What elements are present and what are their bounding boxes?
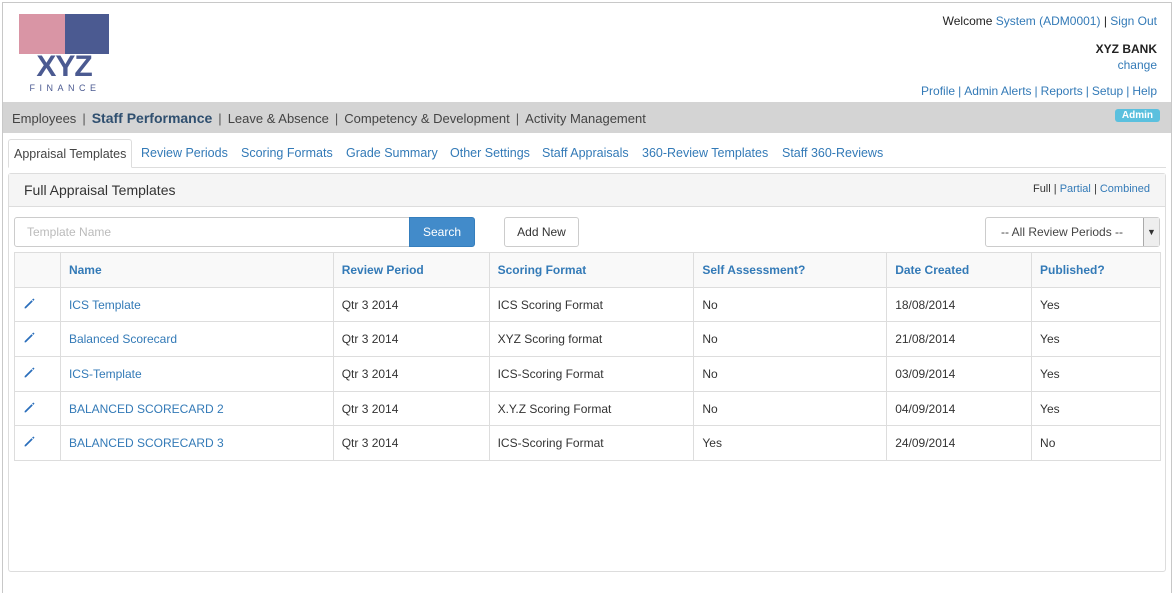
tab-scoring-formats[interactable]: Scoring Formats: [241, 139, 333, 168]
cell-review-period: Qtr 3 2014: [332, 356, 490, 392]
cell-review-period: Qtr 3 2014: [332, 321, 490, 358]
table-row: Balanced Scorecard Qtr 3 2014 XYZ Scoring …: [14, 321, 1161, 358]
admin-badge: Admin: [1114, 109, 1160, 122]
edit-cell: [14, 286, 61, 323]
cell-published: Yes: [1031, 286, 1161, 323]
cell-self-assessment: No: [693, 390, 888, 427]
table-row: ICS Template Qtr 3 2014 ICS Scoring Format…: [14, 286, 1161, 323]
top-links: Profile | Admin Alerts | Reports | Setup | Help: [921, 84, 1157, 98]
help-link[interactable]: Help: [1132, 84, 1157, 98]
panel-title: Full Appraisal Templates: [24, 182, 176, 198]
col-date-created[interactable]: Date Created: [886, 252, 1033, 288]
table-row: ICS-Template Qtr 3 2014 ICS-Scoring Format…: [14, 356, 1161, 392]
logo-text: XYZ: [36, 50, 92, 83]
welcome-label: Welcome: [942, 14, 993, 28]
cell-published: Yes: [1031, 356, 1161, 392]
welcome-line: Welcome System (ADM0001) | Sign Out: [943, 14, 1157, 28]
cell-published: Yes: [1031, 390, 1161, 427]
view-switcher: Full | Partial | Combined: [1032, 183, 1150, 195]
edit-cell: [14, 321, 61, 358]
review-period-value: -- All Review Periods --: [1001, 225, 1124, 239]
cell-scoring-format: X.Y.Z Scoring Format: [488, 390, 695, 427]
cell-self-assessment: No: [693, 356, 888, 392]
change-bank-link[interactable]: change: [1118, 58, 1157, 72]
col-self-assessment[interactable]: Self Assessment?: [693, 252, 888, 288]
cell-self-assessment: No: [693, 321, 888, 358]
table-header-row: Name Review Period Scoring Format Self A…: [14, 252, 1161, 288]
logo-subtext: FINANCE: [29, 83, 100, 92]
tab-review-periods[interactable]: Review Periods: [141, 139, 228, 168]
tab-360-review-templates[interactable]: 360-Review Templates: [642, 139, 768, 168]
pencil-icon[interactable]: [23, 297, 36, 310]
cell-name[interactable]: ICS-Template: [59, 356, 334, 392]
col-scoring-format[interactable]: Scoring Format: [488, 252, 695, 288]
nav-employees[interactable]: Employees: [12, 111, 76, 126]
cell-name[interactable]: Balanced Scorecard: [59, 321, 334, 358]
cell-published: Yes: [1031, 321, 1161, 358]
user-link[interactable]: System (ADM0001): [996, 14, 1101, 28]
reports-link[interactable]: Reports: [1041, 84, 1083, 98]
profile-link[interactable]: Profile: [921, 84, 955, 98]
sub-tabs: Appraisal Templates Review Periods Scori…: [8, 139, 1166, 168]
cell-review-period: Qtr 3 2014: [332, 425, 490, 462]
edit-cell: [14, 425, 61, 462]
templates-panel: Full Appraisal Templates Full | Partial …: [8, 173, 1166, 572]
view-combined-link[interactable]: Combined: [1100, 183, 1150, 195]
edit-cell: [14, 390, 61, 427]
template-name-input[interactable]: [14, 217, 410, 247]
cell-self-assessment: Yes: [693, 425, 888, 462]
cell-scoring-format: ICS-Scoring Format: [488, 356, 695, 392]
nav-staff-performance[interactable]: Staff Performance: [92, 110, 213, 126]
view-partial-link[interactable]: Partial: [1060, 183, 1091, 195]
panel-header: Full Appraisal Templates Full | Partial …: [9, 174, 1165, 207]
cell-date-created: 04/09/2014: [886, 390, 1033, 427]
cell-published: No: [1031, 425, 1161, 462]
cell-name[interactable]: BALANCED SCORECARD 2: [59, 390, 334, 427]
xyz-finance-logo[interactable]: XYZ FINANCE: [19, 14, 111, 93]
tab-other-settings[interactable]: Other Settings: [450, 139, 530, 168]
setup-link[interactable]: Setup: [1092, 84, 1123, 98]
cell-name[interactable]: BALANCED SCORECARD 3: [59, 425, 334, 462]
cell-scoring-format: XYZ Scoring format: [488, 321, 695, 358]
col-edit: [14, 252, 61, 288]
pencil-icon[interactable]: [23, 366, 36, 379]
tab-grade-summary[interactable]: Grade Summary: [346, 139, 438, 168]
nav-competency-development[interactable]: Competency & Development: [344, 111, 509, 126]
edit-cell: [14, 356, 61, 392]
pencil-icon[interactable]: [23, 331, 36, 344]
table-row: BALANCED SCORECARD 2 Qtr 3 2014 X.Y.Z Scor…: [14, 390, 1161, 427]
col-published[interactable]: Published?: [1031, 252, 1161, 288]
pencil-icon[interactable]: [23, 435, 36, 448]
bank-name: XYZ BANK: [1095, 42, 1157, 56]
col-review-period[interactable]: Review Period: [332, 252, 490, 288]
pencil-icon[interactable]: [23, 401, 36, 414]
tab-appraisal-templates[interactable]: Appraisal Templates: [8, 139, 133, 168]
view-full: Full: [1032, 183, 1051, 195]
cell-review-period: Qtr 3 2014: [332, 390, 490, 427]
cell-date-created: 03/09/2014: [886, 356, 1033, 392]
chevron-down-icon[interactable]: ▼: [1143, 218, 1159, 246]
col-name[interactable]: Name: [59, 252, 334, 288]
templates-table: Name Review Period Scoring Format Self A…: [14, 252, 1161, 462]
table-row: BALANCED SCORECARD 3 Qtr 3 2014 ICS-Scorin…: [14, 425, 1161, 462]
cell-review-period: Qtr 3 2014: [332, 286, 490, 323]
add-new-button[interactable]: Add New: [504, 217, 579, 247]
sign-out-link[interactable]: Sign Out: [1110, 14, 1157, 28]
welcome-divider: |: [1103, 14, 1107, 28]
tab-staff-360-reviews[interactable]: Staff 360-Reviews: [782, 139, 883, 168]
cell-date-created: 21/08/2014: [886, 321, 1033, 358]
nav-leave-absence[interactable]: Leave & Absence: [228, 111, 329, 126]
review-period-select[interactable]: -- All Review Periods -- ▼: [985, 217, 1160, 247]
cell-scoring-format: ICS-Scoring Format: [488, 425, 695, 462]
search-button[interactable]: Search: [409, 217, 475, 247]
cell-date-created: 18/08/2014: [886, 286, 1033, 323]
cell-self-assessment: No: [693, 286, 888, 323]
cell-date-created: 24/09/2014: [886, 425, 1033, 462]
nav-activity-management[interactable]: Activity Management: [525, 111, 646, 126]
admin-alerts-link[interactable]: Admin Alerts: [964, 84, 1031, 98]
cell-scoring-format: ICS Scoring Format: [488, 286, 695, 323]
tab-staff-appraisals[interactable]: Staff Appraisals: [542, 139, 629, 168]
main-nav: Employees | Staff Performance | Leave & Abse…: [3, 102, 1171, 133]
cell-name[interactable]: ICS Template: [59, 286, 334, 323]
